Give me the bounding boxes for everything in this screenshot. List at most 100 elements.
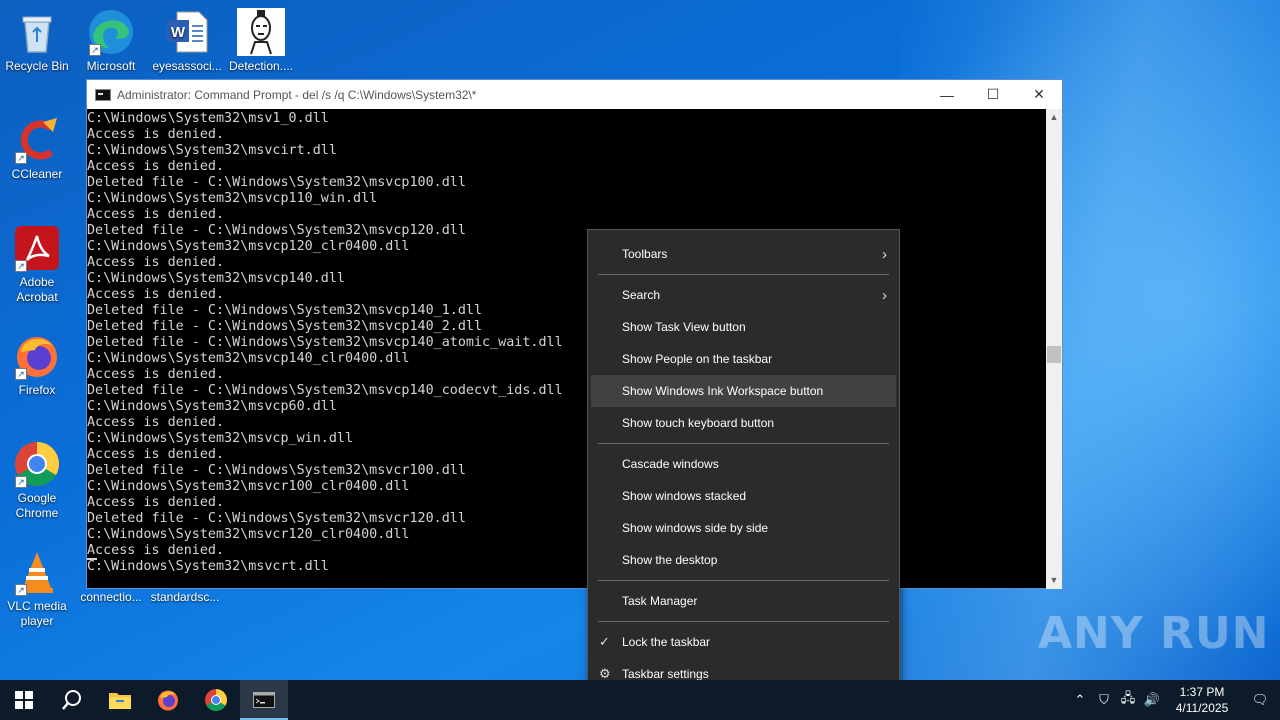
shortcut-arrow-icon: ↗ — [15, 584, 27, 596]
shortcut-arrow-icon: ↗ — [15, 260, 27, 272]
menu-item-lock-taskbar[interactable]: ✓ Lock the taskbar — [588, 626, 899, 658]
chrome-icon — [205, 689, 227, 711]
clock-date: 4/11/2025 — [1175, 701, 1229, 715]
command-prompt-window[interactable]: Administrator: Command Prompt - del /s /… — [86, 79, 1063, 589]
desktop-icon-adobe-acrobat[interactable]: ↗ Adobe Acrobat — [0, 224, 74, 305]
menu-item-label: Toolbars — [622, 247, 668, 261]
firefox-icon: ↗ — [13, 332, 61, 380]
desktop-icon-label: CCleaner — [11, 167, 63, 181]
security-icon[interactable]: ⛉ — [1092, 692, 1116, 708]
menu-item-show-desktop[interactable]: Show the desktop — [588, 544, 899, 576]
desktop-icon-label: VLC media player — [7, 599, 67, 628]
cmd-app-icon — [95, 88, 111, 101]
menu-item-label: Task Manager — [622, 594, 698, 608]
minimize-button[interactable]: — — [924, 80, 970, 109]
menu-item-label: Show Windows Ink Workspace button — [622, 384, 824, 398]
console-output[interactable]: C:\Windows\System32\msv1_0.dll Access is … — [87, 109, 1047, 589]
volume-icon[interactable]: 🔊 — [1140, 692, 1164, 708]
menu-separator — [598, 443, 889, 444]
start-button[interactable] — [0, 680, 48, 720]
chevron-right-icon: › — [882, 246, 887, 263]
desktop-icon-vlc[interactable]: ↗ VLC media player — [0, 548, 74, 629]
anyrun-watermark: ANY RUN — [1038, 608, 1270, 659]
maximize-button[interactable]: ☐ — [970, 80, 1016, 109]
desktop-icon-standardsc[interactable]: standardsc... — [148, 590, 222, 605]
window-title: Administrator: Command Prompt - del /s /… — [117, 87, 477, 102]
menu-item-search[interactable]: Search › — [588, 279, 899, 311]
clock[interactable]: 1:37 PM 4/11/2025 — [1164, 684, 1240, 716]
scroll-up-icon[interactable]: ▲ — [1046, 109, 1062, 126]
menu-item-label: Show the desktop — [622, 553, 718, 567]
menu-item-label: Cascade windows — [622, 457, 719, 471]
ccleaner-icon: ↗ — [13, 116, 61, 164]
console-line: C:\Windows\System32\msvcp110_win.dll — [87, 191, 378, 206]
desktop-icon-ccleaner[interactable]: ↗ CCleaner — [0, 116, 74, 182]
menu-item-stacked[interactable]: Show windows stacked — [588, 480, 899, 512]
network-icon[interactable]: 🖧 — [1116, 689, 1140, 711]
taskbar[interactable]: ⌃ ⛉ 🖧 🔊 1:37 PM 4/11/2025 🗨 — [0, 680, 1280, 720]
desktop-icon-connection[interactable]: connectio... — [74, 590, 148, 605]
menu-item-label: Show touch keyboard button — [622, 416, 775, 430]
chevron-up-icon[interactable]: ⌃ — [1068, 692, 1092, 708]
taskbar-chrome[interactable] — [192, 680, 240, 720]
menu-item-label: Show Task View button — [622, 320, 746, 334]
desktop-icon-label: Microsoft Edge — [86, 59, 136, 72]
console-line: Deleted file - C:\Windows\System32\msvcp… — [87, 223, 466, 238]
desktop-icon-microsoft-edge[interactable]: ↗ Microsoft Edge — [74, 8, 148, 72]
search-button[interactable] — [48, 680, 96, 720]
menu-separator — [598, 580, 889, 581]
close-button[interactable]: ✕ — [1016, 80, 1062, 109]
desktop-icon-label: standardsc... — [150, 590, 220, 604]
taskbar-command-prompt[interactable] — [240, 680, 288, 720]
menu-item-label: Search — [622, 288, 661, 302]
notification-icon[interactable]: 🗨 — [1240, 692, 1280, 708]
desktop-icon-recycle-bin[interactable]: Recycle Bin — [0, 8, 74, 74]
menu-item-touch-keyboard[interactable]: Show touch keyboard button — [588, 407, 899, 439]
console-line: C:\Windows\System32\msvcrt.dll — [87, 559, 329, 574]
console-line: C:\Windows\System32\msvcr120_clr0400.dll — [87, 527, 410, 542]
menu-item-cascade[interactable]: Cascade windows — [588, 448, 899, 480]
menu-item-toolbars[interactable]: Toolbars › — [588, 238, 899, 270]
adobe-acrobat-icon: ↗ — [13, 224, 61, 272]
desktop-icon-detection[interactable]: Detection.... — [224, 8, 298, 74]
console-line: Access is denied. — [87, 367, 225, 382]
console-line: Deleted file - C:\Windows\System32\msvcp… — [87, 303, 483, 318]
console-line: C:\Windows\System32\msvcr100_clr0400.dll — [87, 479, 410, 494]
console-line: Deleted file - C:\Windows\System32\msvcr… — [87, 463, 466, 478]
console-line: C:\Windows\System32\msvcp_win.dll — [87, 431, 354, 446]
desktop-icon-eyesassoci[interactable]: W eyesassoci... — [150, 8, 224, 74]
taskbar-file-explorer[interactable] — [96, 680, 144, 720]
desktop-icon-label: Firefox — [18, 383, 56, 397]
menu-item-ink-workspace[interactable]: Show Windows Ink Workspace button — [591, 375, 896, 407]
edge-icon: ↗ — [87, 8, 135, 56]
console-cursor — [87, 558, 97, 560]
menu-item-side-by-side[interactable]: Show windows side by side — [588, 512, 899, 544]
menu-separator — [598, 274, 889, 275]
shortcut-arrow-icon: ↗ — [89, 44, 101, 56]
console-line: Access is denied. — [87, 207, 225, 222]
scroll-down-icon[interactable]: ▼ — [1046, 572, 1062, 589]
desktop-icon-firefox[interactable]: ↗ Firefox — [0, 332, 74, 398]
word-document-icon: W — [163, 8, 211, 56]
console-line: Access is denied. — [87, 127, 225, 142]
menu-item-label: Show windows stacked — [622, 489, 747, 503]
console-line: Deleted file - C:\Windows\System32\msvcp… — [87, 335, 563, 350]
clock-time: 1:37 PM — [1179, 685, 1225, 699]
console-line: C:\Windows\System32\msvcp60.dll — [87, 399, 337, 414]
console-line: Deleted file - C:\Windows\System32\msvcp… — [87, 175, 466, 190]
vertical-scrollbar[interactable]: ▲ ▼ — [1046, 109, 1062, 589]
menu-item-task-manager[interactable]: Task Manager — [588, 585, 899, 617]
menu-item-task-view[interactable]: Show Task View button — [588, 311, 899, 343]
console-line: C:\Windows\System32\msvcirt.dll — [87, 143, 337, 158]
desktop-icon-label: Recycle Bin — [5, 59, 69, 73]
desktop-icon-google-chrome[interactable]: ↗ Google Chrome — [0, 440, 74, 521]
menu-item-people[interactable]: Show People on the taskbar — [588, 343, 899, 375]
scrollbar-thumb[interactable] — [1047, 346, 1061, 363]
taskbar-firefox[interactable] — [144, 680, 192, 720]
console-line: Access is denied. — [87, 255, 225, 270]
title-bar[interactable]: Administrator: Command Prompt - del /s /… — [87, 80, 1062, 109]
console-line: C:\Windows\System32\msvcp140_clr0400.dll — [87, 351, 410, 366]
console-line: C:\Windows\System32\msv1_0.dll — [87, 111, 329, 126]
menu-item-label: Lock the taskbar — [622, 635, 711, 649]
detection-file-icon — [237, 8, 285, 56]
